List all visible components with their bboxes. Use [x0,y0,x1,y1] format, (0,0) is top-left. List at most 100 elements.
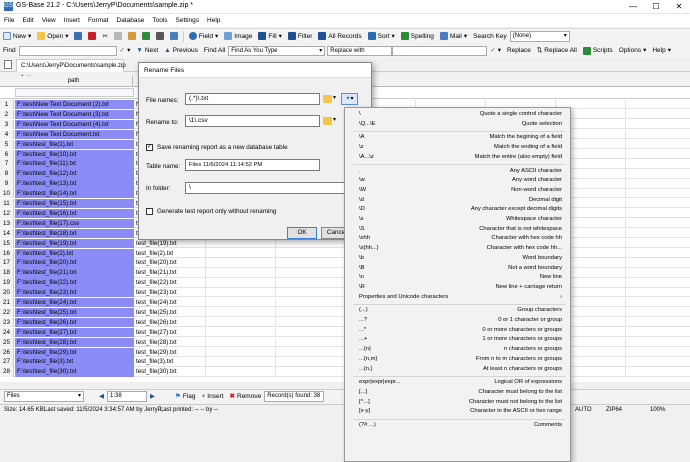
regex-menu-item[interactable]: ...{n} n characters or groups [345,345,570,355]
mail-button[interactable]: Mail ▾ [437,30,470,43]
fill-button[interactable]: Fill ▾ [255,30,285,43]
regex-menu-item[interactable]: ...* 0 or more characters or groups [345,326,570,336]
regex-menu-item[interactable]: \ Quote a single control character [345,110,570,120]
help-button[interactable]: Help ▾ [649,44,674,57]
row-number[interactable]: 17 [0,258,14,268]
row-number[interactable]: 2 [0,109,14,120]
row-number[interactable]: 20 [0,288,14,298]
regex-menu-item[interactable]: \d Decimal digit [345,196,570,206]
row-number[interactable]: 5 [0,139,14,149]
rename-to-input[interactable]: \1\.csv [185,115,320,127]
save-report-checkbox[interactable]: ✓ [146,144,153,151]
options-button[interactable]: Options ▾ [616,44,650,57]
regex-menu-item[interactable]: [x-y] Character in the ASCII or hex range [345,407,570,417]
next-button[interactable]: ▼ Next [133,44,161,57]
row-number[interactable]: 28 [0,367,14,377]
regex-menu-item[interactable]: \D Any character except decimal digits [345,205,570,215]
row-number[interactable]: 25 [0,337,14,347]
rename-preview-cell[interactable]: test_file(24).txt [135,298,205,307]
row-number[interactable]: 23 [0,317,14,328]
first-record-button[interactable]: ◀ [96,390,107,403]
save-icon-button[interactable] [71,30,85,43]
test-report-checkbox[interactable] [146,208,153,215]
row-number[interactable]: 9 [0,179,14,189]
row-number[interactable]: 27 [0,357,14,367]
replace-with-input[interactable]: Replace with [327,45,393,56]
filter-button[interactable]: Filter [285,30,315,43]
path-cell[interactable]: F:\test\New Text Document (4).txt [15,119,134,130]
rename-preview-cell[interactable]: test_file(27).txt [135,328,205,337]
rename-preview-cell[interactable]: test_file(2).txt [135,249,205,258]
path-cell[interactable]: F:\test\test_file(18).txt [15,228,134,239]
rename-preview-cell[interactable]: test_file(28).txt [135,338,205,347]
undo-button[interactable] [85,30,99,43]
previous-button[interactable]: ▲ Previous [161,44,201,57]
path-cell[interactable]: F:\test\test_file(11).txt [15,159,134,169]
row-number[interactable]: 10 [0,189,14,199]
regex-menu-item[interactable]: ...+ 1 or more characters or groups [345,335,570,345]
path-cell[interactable]: F:\test\test_file(16).txt [15,208,134,219]
replace-options-button[interactable]: ✓ ▾ [487,44,504,57]
find-all-button[interactable]: Find All [201,44,228,57]
field-button[interactable]: Field ▾ [186,30,221,43]
close-button[interactable]: ✕ [668,0,690,14]
path-cell[interactable]: F:\test\test_file(23).txt [15,288,134,298]
menu-item-database[interactable]: Database [113,14,149,27]
regex-menu-item[interactable]: \xhh Character with hex code hh [345,234,570,244]
path-filter-input[interactable] [15,88,134,97]
regex-menu-item[interactable]: [...] Character must belong to the list [345,388,570,398]
path-cell[interactable]: F:\test\test_file(1).txt [15,139,134,149]
table-name-input[interactable]: Files 11/6/2024 11:14:52 PM [185,159,320,171]
row-number[interactable]: 1 [0,100,14,110]
row-number[interactable]: 14 [0,228,14,239]
record-position-input[interactable]: 1:38 [107,391,147,402]
rename-preview-cell[interactable]: test_file(22).txt [135,278,205,287]
path-cell[interactable]: F:\test\test_file(12).txt [15,169,134,179]
paste-button[interactable] [125,30,139,43]
maximize-button[interactable]: ☐ [645,0,667,14]
rename-preview-cell[interactable]: test_file(25).txt [135,308,205,317]
cut-button[interactable]: ✂ [99,30,110,43]
regex-menu-item[interactable]: \Q...\E Quote selection [345,120,570,130]
path-cell[interactable]: F:\test\test_file(13).txt [15,179,134,189]
regex-menu-item[interactable]: \s Whitespace character [345,215,570,225]
view-button[interactable] [167,30,181,43]
insert-row-button[interactable] [139,30,153,43]
replace-button[interactable]: Replace [504,44,534,57]
rename-preview-cell[interactable]: test_file(3).txt [135,357,205,366]
path-cell[interactable]: F:\test\test_file(30).txt [15,367,134,377]
search-key-select[interactable]: (None) ▾ [509,30,570,42]
open-button[interactable]: Open ▾ [34,30,71,43]
regex-menu-item[interactable]: \A Match the begining of a field [345,133,570,143]
replace-all-button[interactable]: ⇅ Replace All [534,44,580,57]
rename-preview-cell[interactable]: test_file(23).txt [135,288,205,297]
table-select[interactable]: Files ▾ [4,391,84,402]
row-number[interactable]: 7 [0,159,14,169]
row-number[interactable]: 26 [0,347,14,357]
row-number[interactable]: 3 [0,119,14,130]
path-cell[interactable]: F:\test\test_file(24).txt [15,298,134,308]
path-cell[interactable]: F:\test\test_file(27).txt [15,327,134,338]
path-cell[interactable]: F:\test\test_file(3).txt [15,357,134,367]
path-cell[interactable]: F:\test\New Text Document (2).txt [15,100,134,110]
path-cell[interactable]: F:\test\test_file(15).txt [15,199,134,209]
all-records-button[interactable]: All Records [315,30,364,43]
menu-item-tools[interactable]: Tools [148,14,171,27]
path-cell[interactable]: F:\test\test_file(20).txt [15,258,134,268]
scripts-button[interactable]: Scripts [580,44,616,57]
regex-menu-item[interactable]: (...) Group characters [345,306,570,316]
row-number[interactable]: 8 [0,169,14,179]
menu-item-format[interactable]: Format [84,14,113,27]
row-number[interactable]: 13 [0,218,14,229]
chevron-down-icon[interactable]: ▾ [333,116,336,123]
regex-menu-item[interactable]: \w Any word character [345,176,570,186]
folder-icon[interactable] [323,117,332,125]
menu-item-insert[interactable]: Insert [60,14,84,27]
menu-item-help[interactable]: Help [203,14,224,27]
in-folder-input[interactable]: \ [185,182,350,194]
regex-menu-item[interactable]: ...? 0 or 1 character or group [345,316,570,326]
folder-icon[interactable] [323,95,332,103]
row-number[interactable]: 19 [0,278,14,288]
column-header-path[interactable]: path [15,76,133,87]
replace-with-field[interactable] [392,45,488,56]
